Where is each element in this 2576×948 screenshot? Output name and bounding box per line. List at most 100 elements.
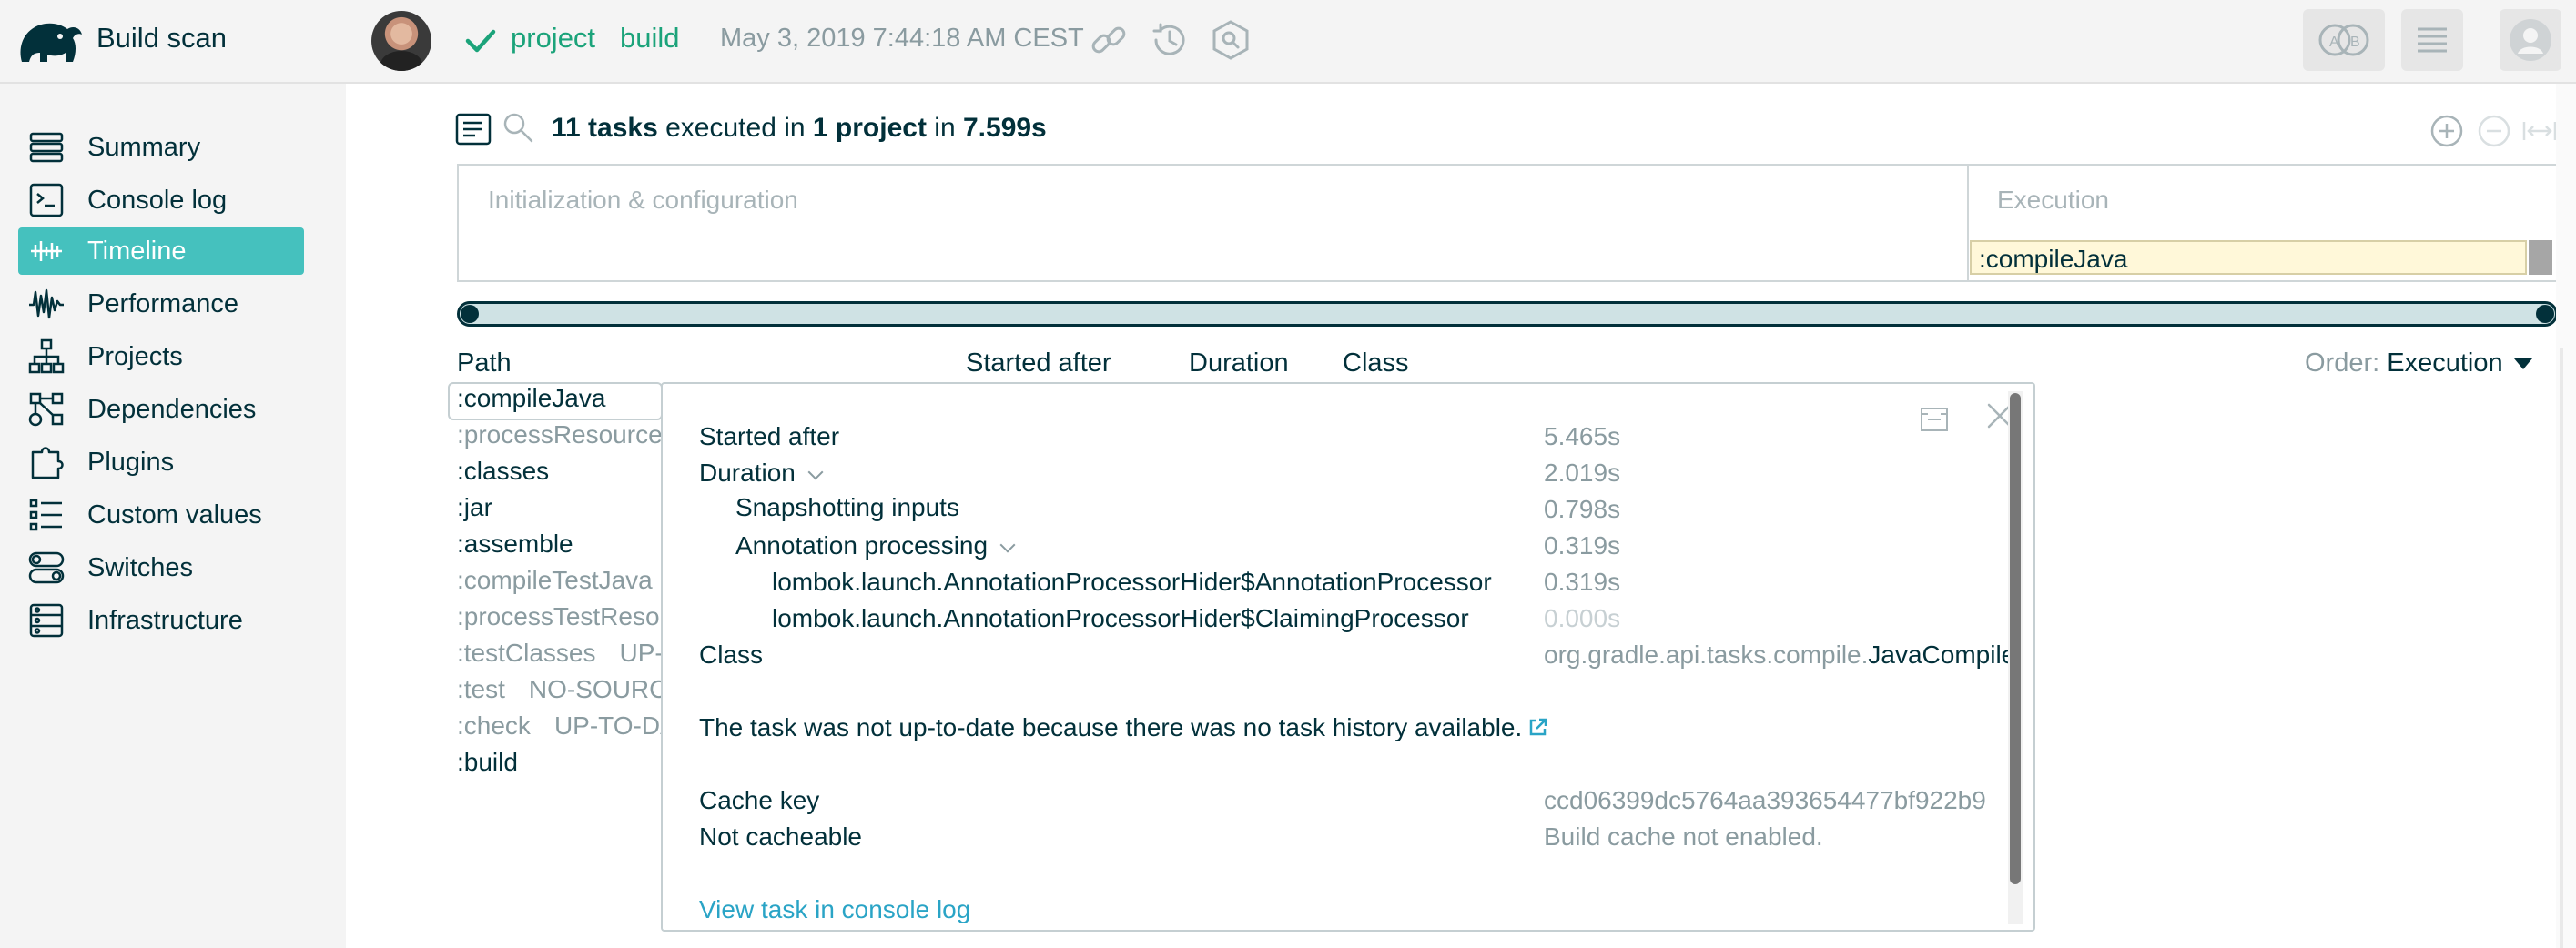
- popup-scrollbar-thumb[interactable]: [2010, 393, 2021, 884]
- timeline-chart[interactable]: Initialization & configuration Execution…: [457, 164, 2558, 282]
- sidebar-item-label: Performance: [87, 288, 239, 318]
- page-scrollbar[interactable]: [2556, 84, 2576, 948]
- fit-width-icon[interactable]: [2521, 113, 2558, 149]
- task-row[interactable]: :build: [457, 748, 518, 777]
- task-row[interactable]: :test NO-SOURC: [457, 675, 667, 704]
- infrastructure-icon: [29, 603, 64, 638]
- order-selector[interactable]: Order: Execution: [2305, 348, 2532, 378]
- sidebar-item-plugins[interactable]: Plugins: [18, 439, 304, 486]
- task-path: :compileJava: [457, 384, 606, 412]
- sidebar-item-console-log[interactable]: Console log: [18, 176, 304, 224]
- sidebar-item-label: Summary: [87, 132, 201, 162]
- brand-title[interactable]: Build scan: [96, 22, 227, 55]
- timeline-icon: [31, 241, 62, 261]
- timeline-task-bar[interactable]: :compileJava: [1970, 240, 2527, 275]
- elephant-logo-icon[interactable]: [13, 13, 86, 71]
- task-path: :test: [457, 675, 505, 703]
- task-path: :processResources: [457, 420, 675, 449]
- sidebar-item-label: Projects: [87, 341, 183, 371]
- user-menu-button[interactable]: [2500, 9, 2561, 71]
- phase-divider: [1967, 166, 1969, 280]
- sidebar-item-performance[interactable]: Performance: [18, 280, 304, 328]
- chevron-down-icon[interactable]: [999, 537, 1016, 553]
- reason-text: The task was not up-to-date because ther…: [699, 713, 1523, 741]
- chevron-down-icon[interactable]: [807, 464, 824, 480]
- order-label: Order:: [2305, 348, 2380, 378]
- snapshotting-label: Snapshotting inputs: [735, 493, 959, 521]
- top-bar: Build scan project build May 3, 2019 7:4…: [0, 0, 2576, 84]
- project-tag[interactable]: project: [511, 22, 595, 55]
- sidebar-item-infrastructure[interactable]: Infrastructure: [18, 597, 304, 644]
- avatar[interactable]: [371, 11, 431, 71]
- scrubber-start-handle[interactable]: [461, 305, 479, 323]
- performance-icon: [29, 288, 64, 319]
- scrubber-end-handle[interactable]: [2536, 305, 2554, 323]
- task-path: :testClasses: [457, 639, 596, 667]
- check-icon: [465, 29, 496, 53]
- task-path: :compileTestJava: [457, 566, 653, 594]
- column-header-started-after[interactable]: Started after: [966, 348, 1111, 378]
- column-header-duration[interactable]: Duration: [1189, 348, 1289, 378]
- console-icon: [29, 183, 64, 217]
- sidebar-item-label: Switches: [87, 552, 194, 582]
- build-tag[interactable]: build: [620, 22, 680, 55]
- timeline-task-bar-tail[interactable]: [2529, 240, 2552, 275]
- task-path: :build: [457, 748, 518, 776]
- task-path: :processTestResou: [457, 602, 674, 630]
- column-header-class[interactable]: Class: [1343, 348, 1409, 378]
- dependencies-icon: [28, 392, 64, 427]
- external-link-icon[interactable]: [1527, 716, 1549, 738]
- task-row[interactable]: :assemble: [457, 529, 573, 559]
- execution-phase-label: Execution: [1997, 186, 2109, 214]
- expand-icon[interactable]: [1919, 404, 1950, 435]
- task-path: :check: [457, 711, 531, 740]
- sidebar-item-label: Custom values: [87, 499, 262, 529]
- sidebar-item-custom-values[interactable]: Custom values: [18, 491, 304, 539]
- link-icon[interactable]: [1087, 18, 1131, 62]
- projects-icon: [28, 338, 65, 374]
- column-header-path[interactable]: Path: [457, 348, 512, 378]
- task-row[interactable]: :testClasses UP-T: [457, 639, 679, 668]
- svg-text:B: B: [2350, 35, 2360, 50]
- sidebar-item-dependencies[interactable]: Dependencies: [18, 386, 304, 433]
- build-list-button[interactable]: [2401, 9, 2463, 71]
- sidebar-item-projects[interactable]: Projects: [18, 333, 304, 380]
- task-path: :assemble: [457, 529, 573, 558]
- annotation-processing-toggle[interactable]: Annotation processing: [735, 531, 1016, 560]
- history-icon[interactable]: [1147, 18, 1191, 62]
- compare-button[interactable]: A B: [2303, 9, 2385, 71]
- build-duration: 7.599s: [962, 113, 1047, 143]
- task-row[interactable]: :classes: [457, 457, 549, 486]
- task-row[interactable]: :processResources: [457, 420, 675, 449]
- plugin-hex-icon[interactable]: [1209, 18, 1253, 62]
- search-icon[interactable]: [502, 111, 534, 144]
- view-in-console-link[interactable]: View task in console log: [699, 895, 970, 924]
- sidebar-item-label: Plugins: [87, 447, 175, 477]
- task-row[interactable]: :processTestResou: [457, 602, 674, 631]
- task-list-icon[interactable]: [455, 113, 492, 146]
- class-label: Class: [699, 640, 764, 669]
- sidebar-item-label: Infrastructure: [87, 605, 243, 635]
- duration-toggle[interactable]: Duration: [699, 459, 824, 488]
- task-row[interactable]: :jar: [457, 493, 492, 522]
- task-row[interactable]: :compileJava: [457, 384, 605, 413]
- timeline-range-scrubber[interactable]: [457, 301, 2558, 327]
- zoom-in-icon[interactable]: [2429, 113, 2465, 149]
- list-icon: [2418, 27, 2447, 53]
- order-value[interactable]: Execution: [2387, 348, 2502, 378]
- snapshotting-value: 0.798s: [1544, 495, 1621, 523]
- task-row[interactable]: :compileTestJava: [457, 566, 653, 595]
- sidebar: Summary Console log Timeline Performance…: [0, 84, 346, 948]
- zoom-out-icon[interactable]: [2476, 113, 2512, 149]
- sidebar-item-switches[interactable]: Switches: [18, 544, 304, 591]
- tasks-summary: 11 tasks executed in 1 project in 7.599s: [552, 113, 1047, 144]
- processor-duration: 0.319s: [1544, 568, 1621, 596]
- task-row[interactable]: :check UP-TO-DA: [457, 711, 677, 741]
- sidebar-item-label: Timeline: [87, 236, 187, 266]
- not-cacheable-reason: Build cache not enabled.: [1544, 822, 1823, 851]
- caret-down-icon[interactable]: [2513, 358, 2532, 370]
- sidebar-item-summary[interactable]: Summary: [18, 124, 304, 171]
- sidebar-item-timeline[interactable]: Timeline: [18, 227, 304, 275]
- plugins-icon: [31, 447, 64, 479]
- switches-icon: [28, 551, 65, 584]
